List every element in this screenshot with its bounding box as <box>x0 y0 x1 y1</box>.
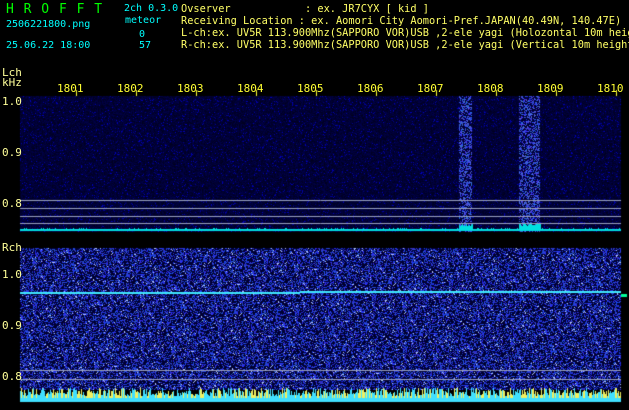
datetime-label: 25.06.22 18:00 <box>6 40 91 51</box>
hour-label: 1807 <box>417 82 444 95</box>
spectrogram-canvas <box>0 0 629 410</box>
app-title: H R O F F T <box>6 2 104 17</box>
lch-tick-0-8: 0.8 <box>2 197 22 210</box>
rch-info-line: R-ch:ex. UV5R 113.900Mhz(SAPPORO VOR)USB… <box>181 39 629 51</box>
rch-tick-0-9: 0.9 <box>2 319 22 332</box>
hour-label: 1808 <box>477 82 504 95</box>
lch-meteor-count: 0 <box>139 29 146 40</box>
rch-label: Rch <box>2 241 22 254</box>
hour-label: 1806 <box>357 82 384 95</box>
hour-label: 1804 <box>237 82 264 95</box>
meteor-label: meteor <box>125 15 162 26</box>
hour-label: 1803 <box>177 82 204 95</box>
rch-tick-1-0: 1.0 <box>2 268 22 281</box>
hour-label: 1802 <box>117 82 144 95</box>
lch-tick-1-0: 1.0 <box>2 95 22 108</box>
observer-line: Ovserver : ex. JR7CYX [ kid ] <box>181 3 429 15</box>
version-label: 2ch 0.3.0 <box>124 3 179 14</box>
hour-label: 1809 <box>537 82 564 95</box>
hour-label: 1805 <box>297 82 324 95</box>
location-line: Receiving Location : ex. Aomori City Aom… <box>181 15 622 27</box>
rch-tick-0-8: 0.8 <box>2 370 22 383</box>
hour-label: 1801 <box>57 82 84 95</box>
filename-label: 2506221800.png <box>6 19 91 30</box>
lch-info-line: L-ch:ex. UV5R 113.900Mhz(SAPPORO VOR)USB… <box>181 27 629 39</box>
lch-tick-0-9: 0.9 <box>2 146 22 159</box>
lch-unit: kHz <box>2 76 22 89</box>
hour-label: 1810 <box>597 82 624 95</box>
rch-meteor-count: 57 <box>139 40 152 51</box>
